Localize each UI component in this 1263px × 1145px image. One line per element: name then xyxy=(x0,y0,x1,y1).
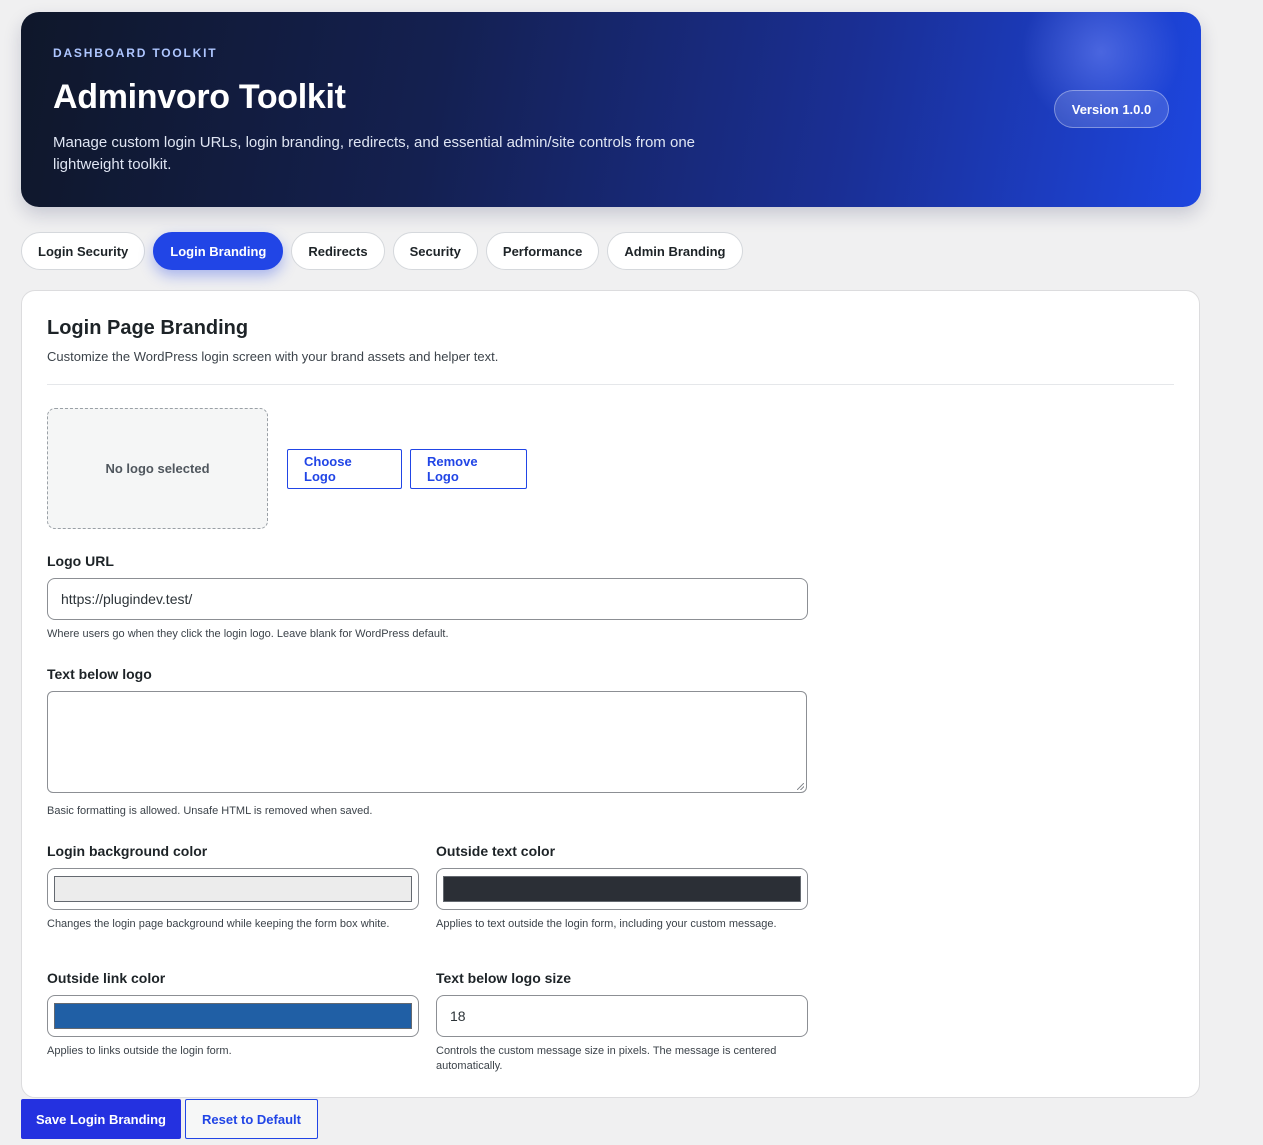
outside-text-color-help: Applies to text outside the login form, … xyxy=(436,918,777,930)
page-title: Adminvoro Toolkit xyxy=(53,78,346,116)
logo-url-label: Logo URL xyxy=(47,553,114,569)
remove-logo-button[interactable]: Remove Logo xyxy=(410,449,527,489)
text-below-logo-label: Text below logo xyxy=(47,666,152,682)
section-divider xyxy=(47,384,1174,385)
login-bg-color-input[interactable] xyxy=(47,868,419,910)
settings-card: Login Page Branding Customize the WordPr… xyxy=(21,290,1200,1098)
text-below-logo-textarea[interactable] xyxy=(47,691,807,793)
choose-logo-button[interactable]: Choose Logo xyxy=(287,449,402,489)
tab-login-branding[interactable]: Login Branding xyxy=(153,232,284,270)
text-below-logo-help: Basic formatting is allowed. Unsafe HTML… xyxy=(47,805,373,817)
header-eyebrow: DASHBOARD TOOLKIT xyxy=(53,46,218,60)
outside-link-color-swatch xyxy=(54,1003,412,1029)
tab-security[interactable]: Security xyxy=(392,232,478,270)
tab-performance[interactable]: Performance xyxy=(485,232,600,270)
outside-link-color-help: Applies to links outside the login form. xyxy=(47,1045,232,1057)
login-bg-color-swatch xyxy=(54,876,412,902)
tab-admin-branding[interactable]: Admin Branding xyxy=(607,232,743,270)
outside-link-color-input[interactable] xyxy=(47,995,419,1037)
login-bg-color-help: Changes the login page background while … xyxy=(47,918,390,930)
outside-link-color-label: Outside link color xyxy=(47,970,166,986)
save-login-branding-button[interactable]: Save Login Branding xyxy=(21,1099,181,1139)
section-title: Login Page Branding xyxy=(47,317,249,339)
text-size-help: Controls the custom message size in pixe… xyxy=(436,1045,777,1072)
reset-to-default-button[interactable]: Reset to Default xyxy=(185,1099,318,1139)
logo-url-help: Where users go when they click the login… xyxy=(47,628,449,640)
text-size-label: Text below logo size xyxy=(436,970,572,986)
section-subtitle: Customize the WordPress login screen wit… xyxy=(47,349,499,364)
text-size-input[interactable]: 18 xyxy=(436,995,808,1037)
tab-login-security[interactable]: Login Security xyxy=(21,232,146,270)
outside-text-color-label: Outside text color xyxy=(436,843,556,859)
version-badge: Version 1.0.0 xyxy=(1054,90,1169,128)
logo-preview: No logo selected xyxy=(47,408,268,529)
tab-bar: Login Security Login Branding Redirects … xyxy=(21,232,743,270)
outside-text-color-input[interactable] xyxy=(436,868,808,910)
tab-redirects[interactable]: Redirects xyxy=(291,232,385,270)
outside-text-color-swatch xyxy=(443,876,801,902)
login-bg-color-label: Login background color xyxy=(47,843,208,859)
logo-url-input[interactable]: https://plugindev.test/ xyxy=(47,578,808,620)
header-description: Manage custom login URLs, login branding… xyxy=(53,134,695,173)
header-banner: DASHBOARD TOOLKIT Adminvoro Toolkit Mana… xyxy=(21,12,1201,207)
